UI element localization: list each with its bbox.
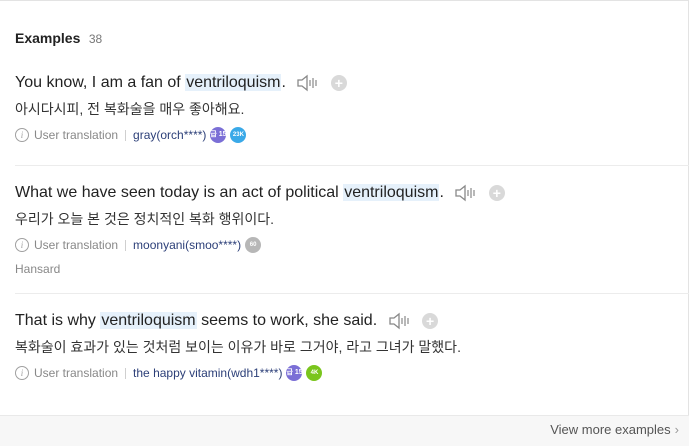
example-meta: i User translation moonyani(smoo****) 60 xyxy=(15,236,665,254)
example-meta: i User translation gray(orch****) 급 15 2… xyxy=(15,126,665,144)
sentence-text: That is why xyxy=(15,312,101,329)
example-sentence: That is why ventriloquism seems to work,… xyxy=(15,310,665,332)
level-badge: 급 15 xyxy=(210,127,227,143)
plus-icon[interactable]: + xyxy=(488,184,505,201)
example-meta: i User translation the happy vitamin(wdh… xyxy=(15,364,665,382)
user-link[interactable]: gray(orch****) xyxy=(133,128,206,142)
level-badge: 급 15 xyxy=(286,365,303,381)
source-label: User translation xyxy=(34,128,119,142)
chevron-right-icon: › xyxy=(674,422,679,437)
example-sentence: You know, I am a fan of ventriloquism. + xyxy=(15,72,665,94)
count-badge: 23K xyxy=(230,127,247,143)
examples-header: Examples 38 xyxy=(15,30,102,48)
source-label: User translation xyxy=(34,366,119,380)
sentence-text: . xyxy=(281,74,286,91)
origin-label: Hansard xyxy=(15,262,61,276)
keyword-highlight: ventriloquism xyxy=(343,184,440,201)
user-link[interactable]: the happy vitamin(wdh1****) xyxy=(133,366,282,380)
info-icon[interactable]: i xyxy=(15,128,29,142)
source-label: User translation xyxy=(34,238,119,252)
keyword-highlight: ventriloquism xyxy=(100,312,197,329)
example-item: That is why ventriloquism seems to work,… xyxy=(15,310,665,382)
sentence-text: . xyxy=(439,184,444,201)
separator xyxy=(125,239,127,251)
view-more-link[interactable]: View more examples › xyxy=(550,422,679,437)
speaker-icon[interactable] xyxy=(454,184,478,202)
section-title: Examples xyxy=(15,30,81,46)
sentence-text: What we have seen today is an act of pol… xyxy=(15,184,344,201)
count-badge: 4K xyxy=(306,365,323,381)
top-border xyxy=(0,0,689,1)
info-icon[interactable]: i xyxy=(15,366,29,380)
example-sentence: What we have seen today is an act of pol… xyxy=(15,182,665,204)
speaker-icon[interactable] xyxy=(296,74,320,92)
example-translation: 우리가 오늘 본 것은 정치적인 복화 행위이다. xyxy=(15,211,275,227)
level-badge: 60 xyxy=(245,237,262,253)
speaker-icon[interactable] xyxy=(388,312,412,330)
divider xyxy=(15,165,689,166)
view-more-label[interactable]: View more examples xyxy=(550,422,670,437)
sentence-text: seems to work, she said. xyxy=(196,312,378,329)
examples-count: 38 xyxy=(88,32,103,46)
example-item: You know, I am a fan of ventriloquism. +… xyxy=(15,72,665,144)
separator xyxy=(125,129,127,141)
plus-icon[interactable]: + xyxy=(422,312,439,329)
keyword-highlight: ventriloquism xyxy=(185,74,282,91)
example-translation: 아시다시피, 전 복화술을 매우 좋아해요. xyxy=(15,101,245,117)
info-icon[interactable]: i xyxy=(15,238,29,252)
sentence-text: You know, I am a fan of xyxy=(15,74,186,91)
user-link[interactable]: moonyani(smoo****) xyxy=(133,238,241,252)
plus-icon[interactable]: + xyxy=(330,74,347,91)
divider xyxy=(15,293,689,294)
example-item: What we have seen today is an act of pol… xyxy=(15,182,665,276)
example-translation: 복화술이 효과가 있는 것처럼 보이는 이유가 바로 그거야, 라고 그녀가 말… xyxy=(15,339,461,355)
separator xyxy=(125,367,127,379)
